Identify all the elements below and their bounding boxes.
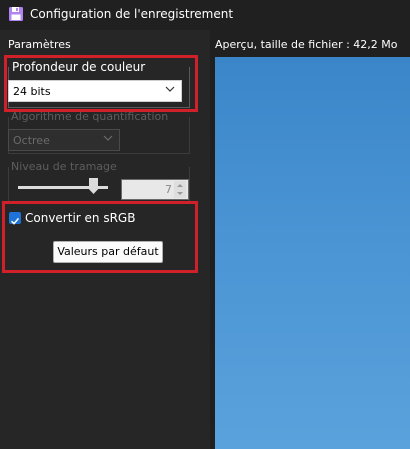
dithering-value: 7 (165, 183, 172, 196)
spin-arrows-icon[interactable] (174, 181, 186, 198)
window-title: Configuration de l'enregistrement (30, 7, 234, 21)
settings-section-label: Paramètres (8, 38, 71, 51)
dithering-spinbox[interactable]: 7 (121, 179, 189, 200)
preview-image (215, 57, 410, 449)
quantization-label: Algorithme de quantification (9, 110, 171, 123)
quantization-value: Octree (13, 134, 50, 147)
convert-srgb-label[interactable]: Convertir en sRGB (25, 211, 135, 225)
floppy-disk-icon (9, 7, 23, 21)
chevron-down-icon (165, 86, 175, 92)
title-bar: Configuration de l'enregistrement (0, 0, 410, 30)
defaults-button[interactable]: Valeurs par défaut (53, 241, 163, 263)
quantization-select[interactable]: Octree (8, 129, 120, 151)
color-depth-select[interactable]: 24 bits (8, 80, 182, 102)
preview-size-label: Aperçu, taille de fichier : 42,2 Mo (215, 38, 398, 51)
checkmark-icon (10, 217, 20, 225)
chevron-down-icon (103, 135, 113, 141)
convert-srgb-checkbox[interactable] (9, 212, 21, 225)
dithering-label: Niveau de tramage (9, 160, 119, 173)
color-depth-value: 24 bits (13, 85, 51, 98)
color-depth-label: Profondeur de couleur (10, 60, 148, 74)
